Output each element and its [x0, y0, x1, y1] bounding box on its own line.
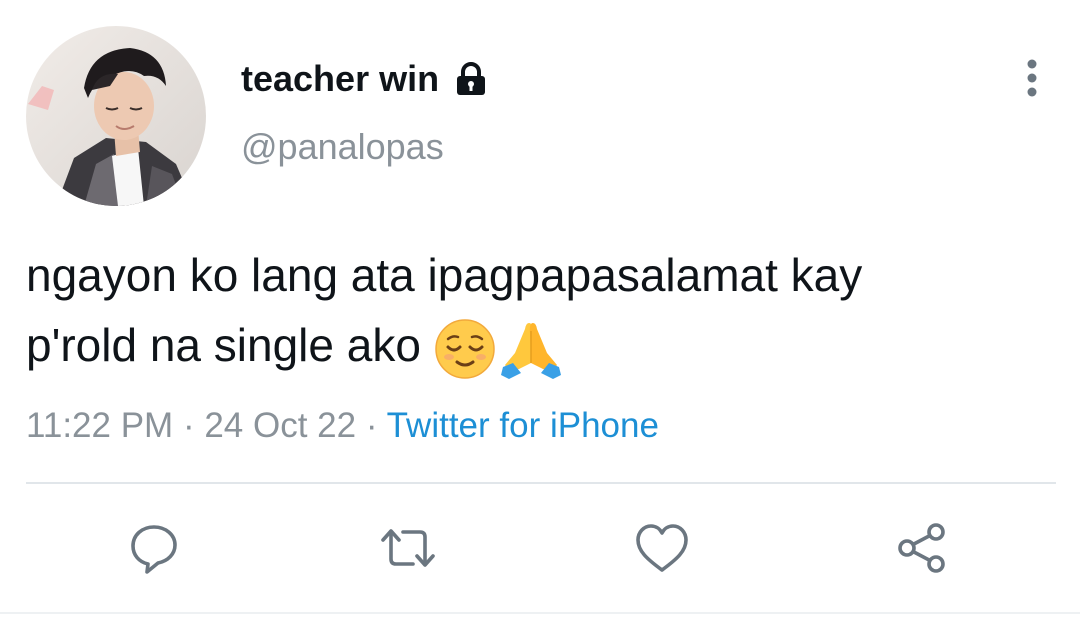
- tweet-source-link[interactable]: Twitter for iPhone: [387, 406, 659, 445]
- like-button[interactable]: [632, 518, 692, 578]
- avatar-image: [26, 26, 206, 206]
- reply-icon: [131, 525, 177, 574]
- emoji-row: [433, 317, 563, 381]
- share-button[interactable]: [892, 518, 952, 578]
- display-name-row: teacher win: [241, 58, 489, 100]
- meta-separator: ·: [365, 406, 378, 445]
- folded-hands-emoji: [500, 322, 561, 379]
- tweet-text-line-2: p'rold na single ako: [26, 319, 421, 371]
- bottom-divider: [0, 612, 1080, 614]
- retweet-button[interactable]: [378, 518, 438, 578]
- lock-icon: [453, 61, 489, 97]
- divider: [26, 482, 1056, 484]
- tweet-date: 24 Oct 22: [204, 406, 357, 445]
- tweet-text-line-1: ngayon ko lang ata ipagpapasalamat kay: [26, 249, 863, 301]
- relieved-face-emoji: [435, 319, 495, 379]
- tweet-time: 11:22 PM: [26, 406, 174, 445]
- user-handle[interactable]: @panalopas: [241, 126, 444, 168]
- more-vertical-icon[interactable]: [1012, 56, 1052, 100]
- display-name[interactable]: teacher win: [241, 58, 439, 100]
- share-icon: [898, 523, 945, 573]
- retweet-icon: [381, 529, 435, 567]
- heart-icon: [636, 524, 688, 572]
- action-bar: [0, 518, 1080, 578]
- avatar[interactable]: [26, 26, 206, 206]
- meta-separator: ·: [182, 406, 195, 445]
- tweet-text: ngayon ko lang ata ipagpapasalamat kay p…: [26, 240, 1056, 381]
- reply-button[interactable]: [124, 518, 184, 578]
- tweet-meta: 11:22 PM · 24 Oct 22 · Twitter for iPhon…: [26, 402, 659, 450]
